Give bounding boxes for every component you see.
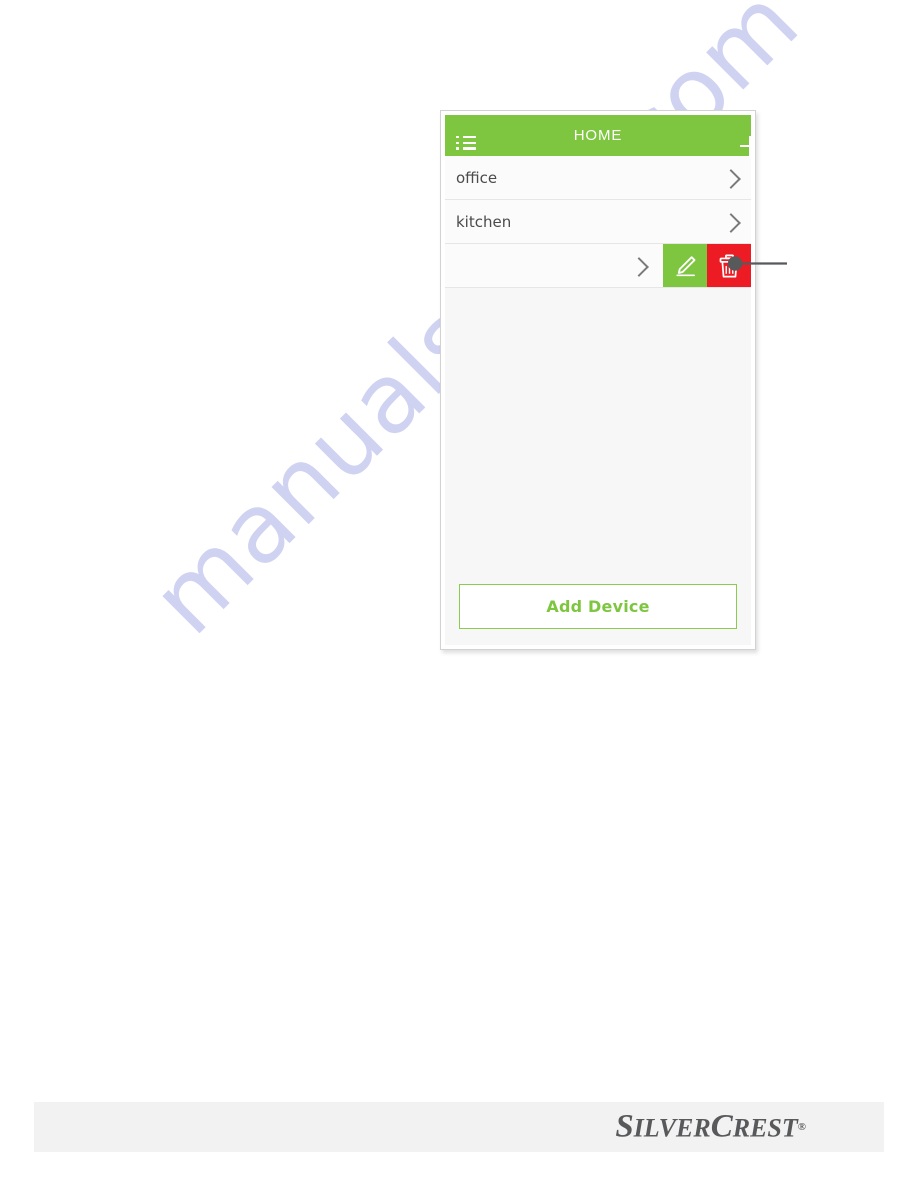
callout-dot-marker bbox=[727, 256, 743, 271]
list-item[interactable]: office bbox=[445, 156, 751, 200]
callout-leader-line bbox=[727, 256, 787, 271]
chevron-right-icon bbox=[721, 168, 741, 189]
brand-s: S bbox=[615, 1108, 634, 1145]
brand-ilver: ILVER bbox=[633, 1113, 711, 1143]
list-item-swiped[interactable] bbox=[445, 244, 751, 288]
app-header: HOME bbox=[445, 115, 751, 157]
phone-screen: HOME office kitchen Add Device bbox=[445, 115, 751, 645]
brand-rest: REST bbox=[732, 1113, 798, 1143]
add-device-area: Add Device bbox=[445, 584, 751, 629]
silvercrest-brand-logo: SILVERCREST® bbox=[615, 1108, 806, 1145]
registered-trademark-symbol: ® bbox=[797, 1121, 806, 1134]
chevron-right-icon bbox=[629, 256, 649, 277]
phone-mockup-frame: HOME office kitchen Add Device bbox=[440, 110, 756, 650]
room-name-label: kitchen bbox=[456, 212, 512, 231]
room-list: office kitchen bbox=[445, 156, 751, 288]
list-item[interactable]: kitchen bbox=[445, 200, 751, 244]
pencil-icon bbox=[675, 255, 695, 276]
page-footer-bar: SILVERCREST® bbox=[34, 1102, 884, 1152]
brand-c: C bbox=[710, 1108, 733, 1145]
page-title: HOME bbox=[573, 127, 623, 144]
room-name-label: office bbox=[456, 168, 498, 187]
edit-row-button[interactable] bbox=[663, 244, 707, 287]
add-device-button[interactable]: Add Device bbox=[459, 584, 737, 629]
chevron-right-icon bbox=[721, 212, 741, 233]
